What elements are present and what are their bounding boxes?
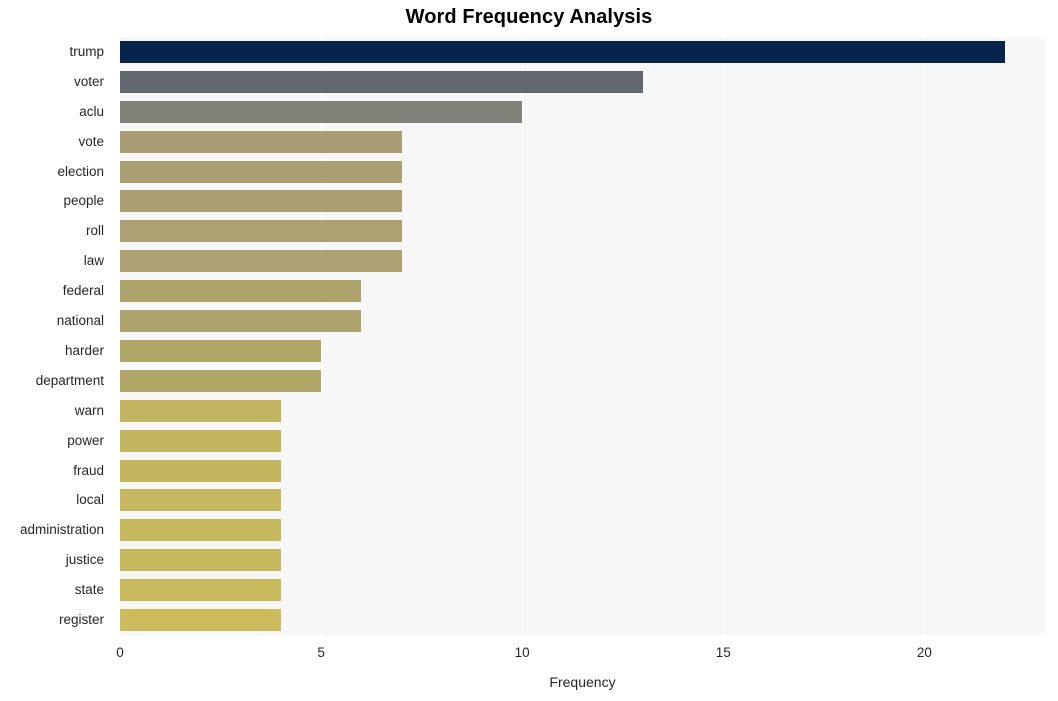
plot-area (120, 37, 1045, 635)
bar (120, 250, 402, 273)
x-axis-tick-label: 10 (514, 645, 530, 660)
bar (120, 399, 281, 422)
y-axis-tick-label: register (58, 612, 104, 628)
bar (120, 459, 281, 482)
x-axis-tick-label: 0 (116, 645, 124, 660)
y-axis-tick-label: trump (69, 43, 104, 59)
bar (120, 429, 281, 452)
bar (120, 339, 322, 362)
bar (120, 310, 362, 333)
bar (120, 220, 402, 243)
y-axis-tick-label: roll (85, 223, 104, 239)
bar (120, 489, 281, 512)
y-axis-tick-label: national (56, 313, 104, 329)
y-axis-tick-label: fraud (73, 462, 104, 478)
bar (120, 609, 281, 632)
word-frequency-chart-figure: Word Frequency Analysis trump voter aclu vo… (0, 0, 1058, 701)
y-axis-tick-label: vote (78, 133, 104, 149)
y-axis-tick-label: harder (64, 342, 104, 358)
y-axis-tick-label: aclu (79, 103, 104, 119)
bar (120, 100, 523, 123)
y-axis-tick-label: state (74, 582, 104, 598)
bar (120, 160, 402, 183)
bar (120, 190, 402, 213)
x-axis-tick-labels: 0 5 10 15 20 (0, 645, 1058, 669)
bar (120, 280, 362, 303)
y-axis-tick-label: warn (74, 402, 104, 418)
y-axis-tick-label: people (63, 193, 104, 209)
x-axis-tick-label: 5 (317, 645, 325, 660)
gridline-x-15 (723, 37, 725, 635)
y-axis-tick-label: power (67, 432, 104, 448)
y-axis-tick-labels: trump voter aclu vote election people roll law f… (0, 0, 112, 701)
x-axis-tick-label: 15 (715, 645, 731, 660)
x-axis-label: Frequency (549, 674, 616, 690)
x-axis-tick-label: 20 (916, 645, 932, 660)
y-axis-tick-label: administration (19, 522, 104, 538)
bar (120, 130, 402, 153)
y-axis-tick-label: justice (65, 552, 104, 568)
bar (120, 70, 643, 93)
y-axis-tick-label: election (57, 163, 104, 179)
gridline-x-5 (321, 37, 323, 635)
y-axis-tick-label: department (35, 372, 104, 388)
y-axis-tick-label: local (76, 492, 104, 508)
bar (120, 369, 322, 392)
gridline-x-10 (522, 37, 524, 635)
bar (120, 519, 281, 542)
bar (120, 579, 281, 602)
y-axis-tick-label: voter (73, 73, 104, 89)
bar (120, 549, 281, 572)
y-axis-tick-label: law (83, 253, 104, 269)
gridline-x-20 (924, 37, 926, 635)
bar (120, 40, 1005, 63)
y-axis-tick-label: federal (62, 283, 104, 299)
chart-title: Word Frequency Analysis (405, 6, 653, 28)
